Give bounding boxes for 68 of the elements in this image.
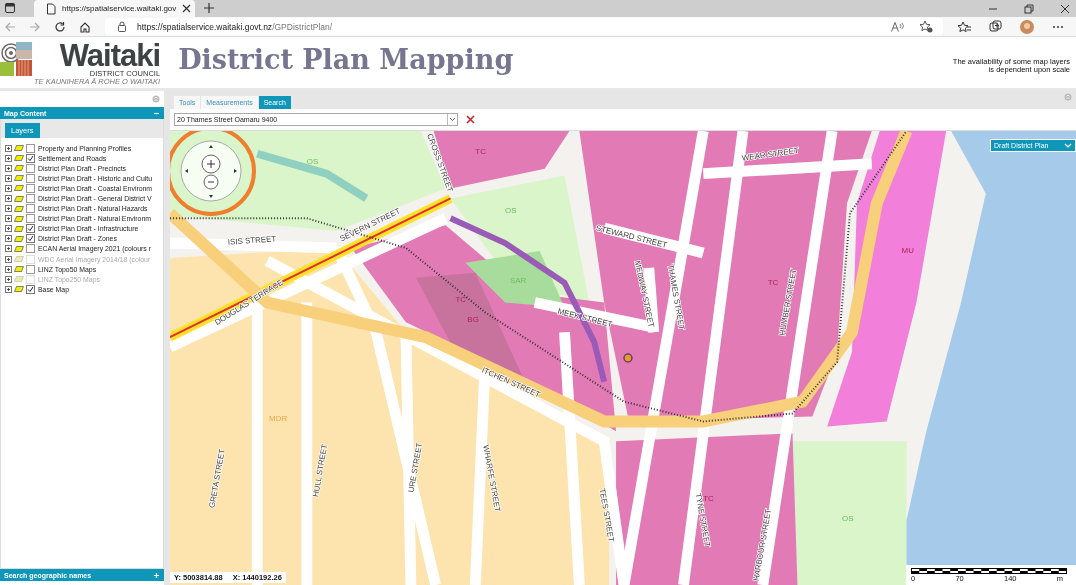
expand-icon[interactable] (5, 265, 12, 273)
layer-checkbox[interactable] (26, 284, 35, 294)
zoom-control[interactable] (180, 140, 242, 202)
expand-icon[interactable] (5, 255, 12, 263)
avatar-icon[interactable] (1020, 19, 1034, 34)
address-field[interactable]: https://spatialservice.waitaki.govt.nz/GPDistrictPlan/ (105, 18, 943, 35)
expand-icon[interactable] (5, 184, 12, 192)
expand-icon[interactable] (5, 205, 12, 213)
lock-icon (117, 21, 127, 32)
zone-label: TC (703, 493, 714, 503)
expand-icon[interactable] (5, 285, 12, 293)
expand-icon[interactable] (5, 195, 12, 202)
tab-title: https://spatialservice.waitaki.gov (62, 4, 177, 13)
collections-icon[interactable] (989, 20, 1002, 33)
restore-icon[interactable] (1024, 3, 1034, 14)
expand-icon[interactable] (5, 225, 12, 233)
browser-tab[interactable]: https://spatialservice.waitaki.gov (34, 0, 196, 17)
url-text: https://spatialservice.waitaki.govt.nz/GPDistrictPlan/ (137, 21, 333, 32)
layer-checkbox[interactable] (26, 234, 35, 244)
layer-checkbox[interactable] (26, 244, 35, 254)
expand-icon[interactable] (5, 174, 12, 182)
check-icon (27, 285, 34, 293)
expand-icon[interactable] (5, 215, 12, 223)
layer-checkbox[interactable] (26, 214, 35, 224)
clear-icon[interactable] (466, 115, 475, 124)
layer-checkbox[interactable] (26, 194, 35, 203)
zone-label: OS (505, 206, 517, 216)
expand-icon[interactable] (5, 144, 12, 152)
more-icon[interactable] (1052, 24, 1064, 29)
read-aloud-icon[interactable] (891, 20, 905, 33)
favorites-icon[interactable] (957, 20, 971, 33)
expand-icon[interactable] (5, 235, 12, 243)
expand-icon[interactable] (5, 275, 12, 283)
zone-label: TC (455, 295, 467, 305)
close-icon[interactable] (182, 4, 192, 13)
dropdown-icon[interactable] (449, 117, 456, 122)
layer-checkbox[interactable] (26, 204, 35, 214)
new-tab-icon[interactable] (203, 2, 216, 14)
council-name: Waitaki (59, 42, 161, 70)
council-logo-icon (0, 42, 32, 76)
chevron-icon (1064, 143, 1072, 148)
zone-label: BG (467, 315, 479, 325)
zone-label: TC (767, 277, 779, 287)
layer-checkbox[interactable] (26, 224, 35, 234)
zone-label: OS (842, 513, 854, 523)
reload-icon[interactable] (54, 20, 66, 33)
zone-label: MU (901, 245, 914, 255)
favorite-add-icon[interactable] (919, 20, 933, 33)
location-marker-icon (623, 353, 633, 363)
tab-actions-icon[interactable] (4, 2, 16, 14)
zone-label: SAR (510, 275, 527, 285)
zone-label: MDR (269, 414, 288, 424)
home-icon[interactable] (79, 20, 91, 33)
check-icon (27, 154, 34, 162)
expand-icon[interactable] (5, 245, 12, 253)
layer-checkbox[interactable] (26, 153, 35, 163)
page-title: District Plan Mapping (178, 44, 514, 75)
close-icon[interactable] (1060, 3, 1070, 14)
layer-checkbox[interactable] (26, 163, 35, 173)
layer-checkbox[interactable] (26, 264, 35, 274)
page-icon (46, 2, 56, 15)
layer-checkbox[interactable] (26, 143, 35, 153)
layer-checkbox[interactable] (26, 183, 35, 193)
expand-icon[interactable] (5, 154, 12, 162)
layer-checkbox[interactable] (26, 173, 35, 183)
zone-label: TC (475, 146, 486, 156)
zone-label: OS (306, 156, 319, 166)
expand-icon[interactable] (5, 164, 12, 172)
